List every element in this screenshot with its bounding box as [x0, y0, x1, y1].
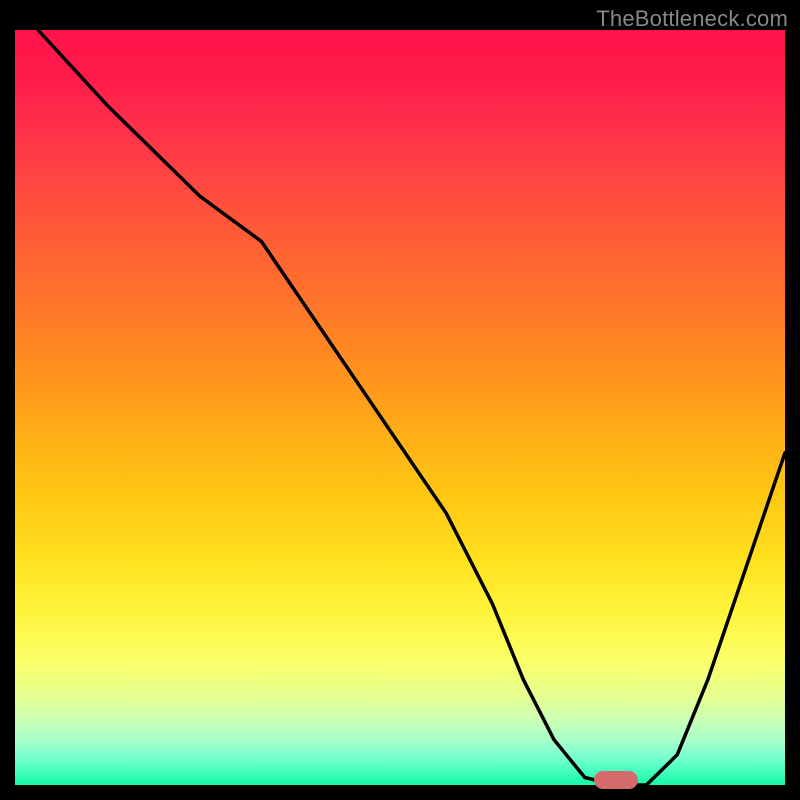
watermark-text: TheBottleneck.com [596, 6, 788, 32]
sweet-spot-marker [594, 771, 638, 789]
bottleneck-curve [15, 30, 785, 785]
curve-path [38, 30, 785, 785]
chart-plot-area [15, 30, 785, 785]
